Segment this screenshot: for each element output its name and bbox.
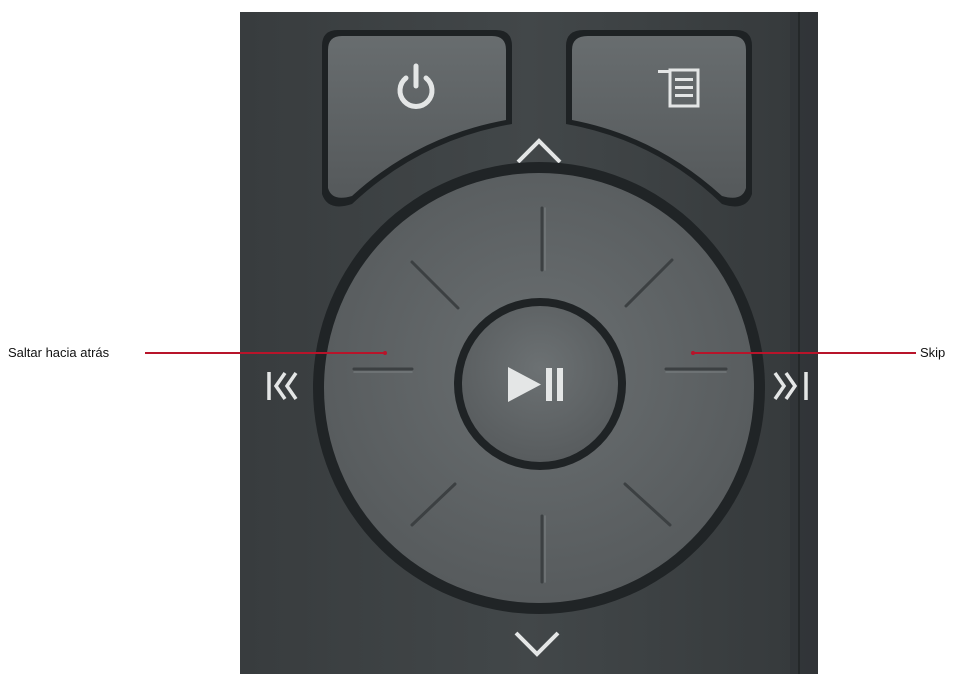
remote-control-diagram [145, 12, 916, 674]
play-pause-button[interactable] [454, 298, 626, 470]
callout-label-skip-back: Saltar hacia atrás [8, 345, 110, 360]
callout-label-skip: Skip [920, 345, 946, 360]
